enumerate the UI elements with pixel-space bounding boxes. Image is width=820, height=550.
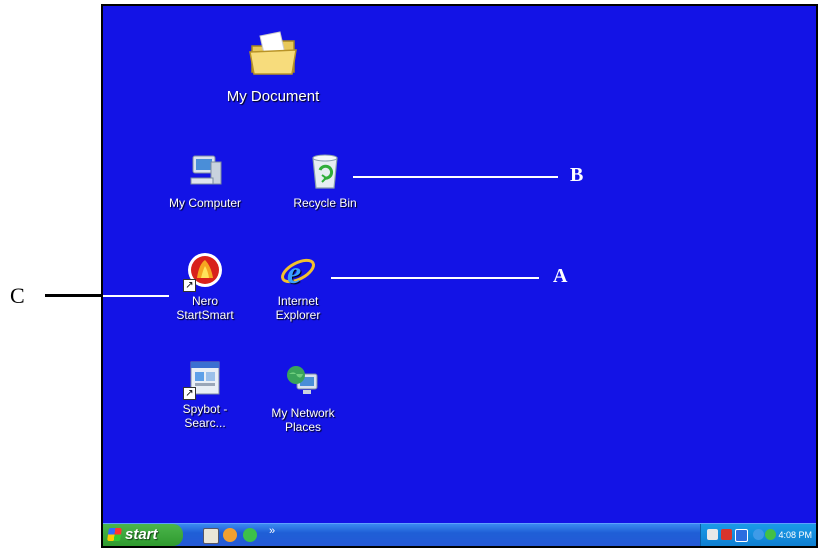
internet-explorer-label: Internet Explorer: [275, 294, 321, 322]
callout-a-line: [331, 277, 539, 279]
spybot-label: Spybot - Searc...: [182, 402, 228, 430]
desktop-screen: My Document My Computer Recycle Bin ↗ Ne…: [101, 4, 818, 548]
recycle-bin-label: Recycle Bin: [293, 196, 357, 210]
my-documents-label: My Document: [226, 88, 320, 105]
taskbar-clock[interactable]: 4:08 PM: [778, 524, 812, 546]
my-computer-label: My Computer: [168, 196, 242, 210]
callout-b-label: B: [570, 164, 584, 186]
recycle-bin-shortcut[interactable]: Recycle Bin: [280, 152, 370, 210]
system-tray: 4:08 PM: [700, 524, 816, 546]
messenger-icon[interactable]: [765, 529, 776, 540]
internet-explorer-shortcut[interactable]: e Internet Explorer: [253, 250, 343, 322]
callout-b-line: [353, 176, 558, 178]
quick-launch-overflow-chevron[interactable]: »: [269, 525, 275, 537]
taskbar: start » 4:08 PM: [103, 523, 816, 546]
nero-icon: ↗: [183, 250, 225, 292]
shortcut-arrow-icon: ↗: [183, 279, 196, 292]
recycle-bin-icon: [305, 152, 345, 192]
start-button[interactable]: start: [103, 524, 183, 546]
callout-c-label: C: [10, 283, 25, 308]
help-icon[interactable]: [735, 529, 748, 542]
spybot-icon: ↗: [183, 358, 225, 400]
windows-flag-icon: [107, 528, 122, 541]
network-icon[interactable]: [707, 529, 718, 540]
folder-icon: [246, 28, 300, 82]
media-player-icon[interactable]: [223, 528, 237, 542]
browser-icon[interactable]: [243, 528, 257, 542]
callout-a-label: A: [553, 265, 568, 287]
network-places-icon: [283, 362, 323, 402]
shortcut-arrow-icon: ↗: [183, 387, 196, 400]
spybot-shortcut[interactable]: ↗ Spybot - Searc...: [160, 358, 250, 430]
nero-startsmart-label: Nero StartSmart: [176, 294, 234, 322]
start-label: start: [125, 526, 158, 543]
my-network-places-label: My Network Places: [271, 406, 335, 434]
callout-c-line-outer: [45, 294, 103, 297]
my-documents-shortcut[interactable]: My Document: [213, 28, 333, 106]
nero-startsmart-shortcut[interactable]: ↗ Nero StartSmart: [160, 250, 250, 322]
computer-icon: [185, 152, 225, 192]
show-desktop-icon[interactable]: [203, 528, 219, 544]
security-icon[interactable]: [721, 529, 732, 540]
update-icon[interactable]: [753, 529, 764, 540]
callout-c-line: [103, 295, 169, 297]
my-network-places-shortcut[interactable]: My Network Places: [258, 362, 348, 434]
internet-explorer-icon: e: [278, 250, 318, 290]
my-computer-shortcut[interactable]: My Computer: [160, 152, 250, 210]
svg-text:e: e: [287, 254, 301, 290]
